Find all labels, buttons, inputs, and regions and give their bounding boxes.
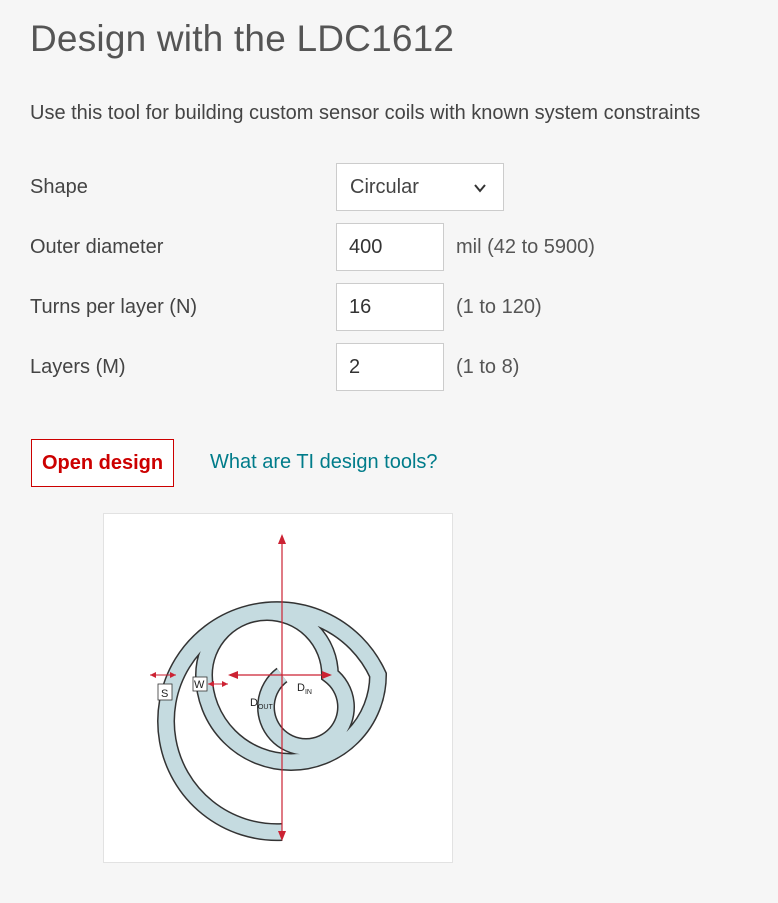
layers-row: Layers (M) (1 to 8) — [30, 343, 770, 391]
shape-select[interactable]: Circular — [336, 163, 504, 211]
turns-input[interactable] — [336, 283, 444, 331]
s-label: S — [161, 688, 168, 700]
turns-label: Turns per layer (N) — [30, 296, 198, 318]
coil-diagram: S W DOUT DIN — [103, 513, 453, 863]
chevron-down-icon — [474, 184, 486, 193]
svg-text:DIN: DIN — [297, 682, 312, 696]
layers-range: (1 to 8) — [456, 356, 520, 378]
shape-select-value: Circular — [350, 176, 419, 198]
page-subtitle: Use this tool for building custom sensor… — [30, 102, 701, 124]
s-left-arrow-icon — [150, 672, 156, 678]
outer-diameter-input[interactable] — [336, 223, 444, 271]
w-label: W — [194, 679, 205, 691]
turns-range: (1 to 120) — [456, 296, 542, 318]
turns-row: Turns per layer (N) (1 to 120) — [30, 283, 770, 331]
shape-label: Shape — [30, 176, 88, 198]
layers-input[interactable] — [336, 343, 444, 391]
outer-diameter-label: Outer diameter — [30, 236, 164, 258]
outer-diameter-row: Outer diameter mil (42 to 5900) — [30, 223, 770, 271]
layers-label: Layers (M) — [30, 356, 126, 378]
top-arrow-icon — [278, 534, 286, 544]
din-subscript: IN — [305, 689, 312, 696]
dout-subscript: OUT — [258, 704, 274, 711]
shape-row: Shape Circular — [30, 163, 770, 211]
coil-spiral-fill — [158, 602, 386, 840]
page-title: Design with the LDC1612 — [30, 18, 455, 59]
coil-diagram-svg: S W DOUT DIN — [150, 534, 388, 842]
outer-diameter-unit: mil (42 to 5900) — [456, 236, 595, 258]
dout-label: D — [250, 697, 258, 709]
din-label: D — [297, 682, 305, 694]
din-left-arrow-icon — [228, 671, 238, 679]
ti-design-tools-link[interactable]: What are TI design tools? — [210, 451, 438, 474]
open-design-button[interactable]: Open design — [31, 439, 174, 487]
w-right-arrow-icon — [222, 681, 228, 687]
